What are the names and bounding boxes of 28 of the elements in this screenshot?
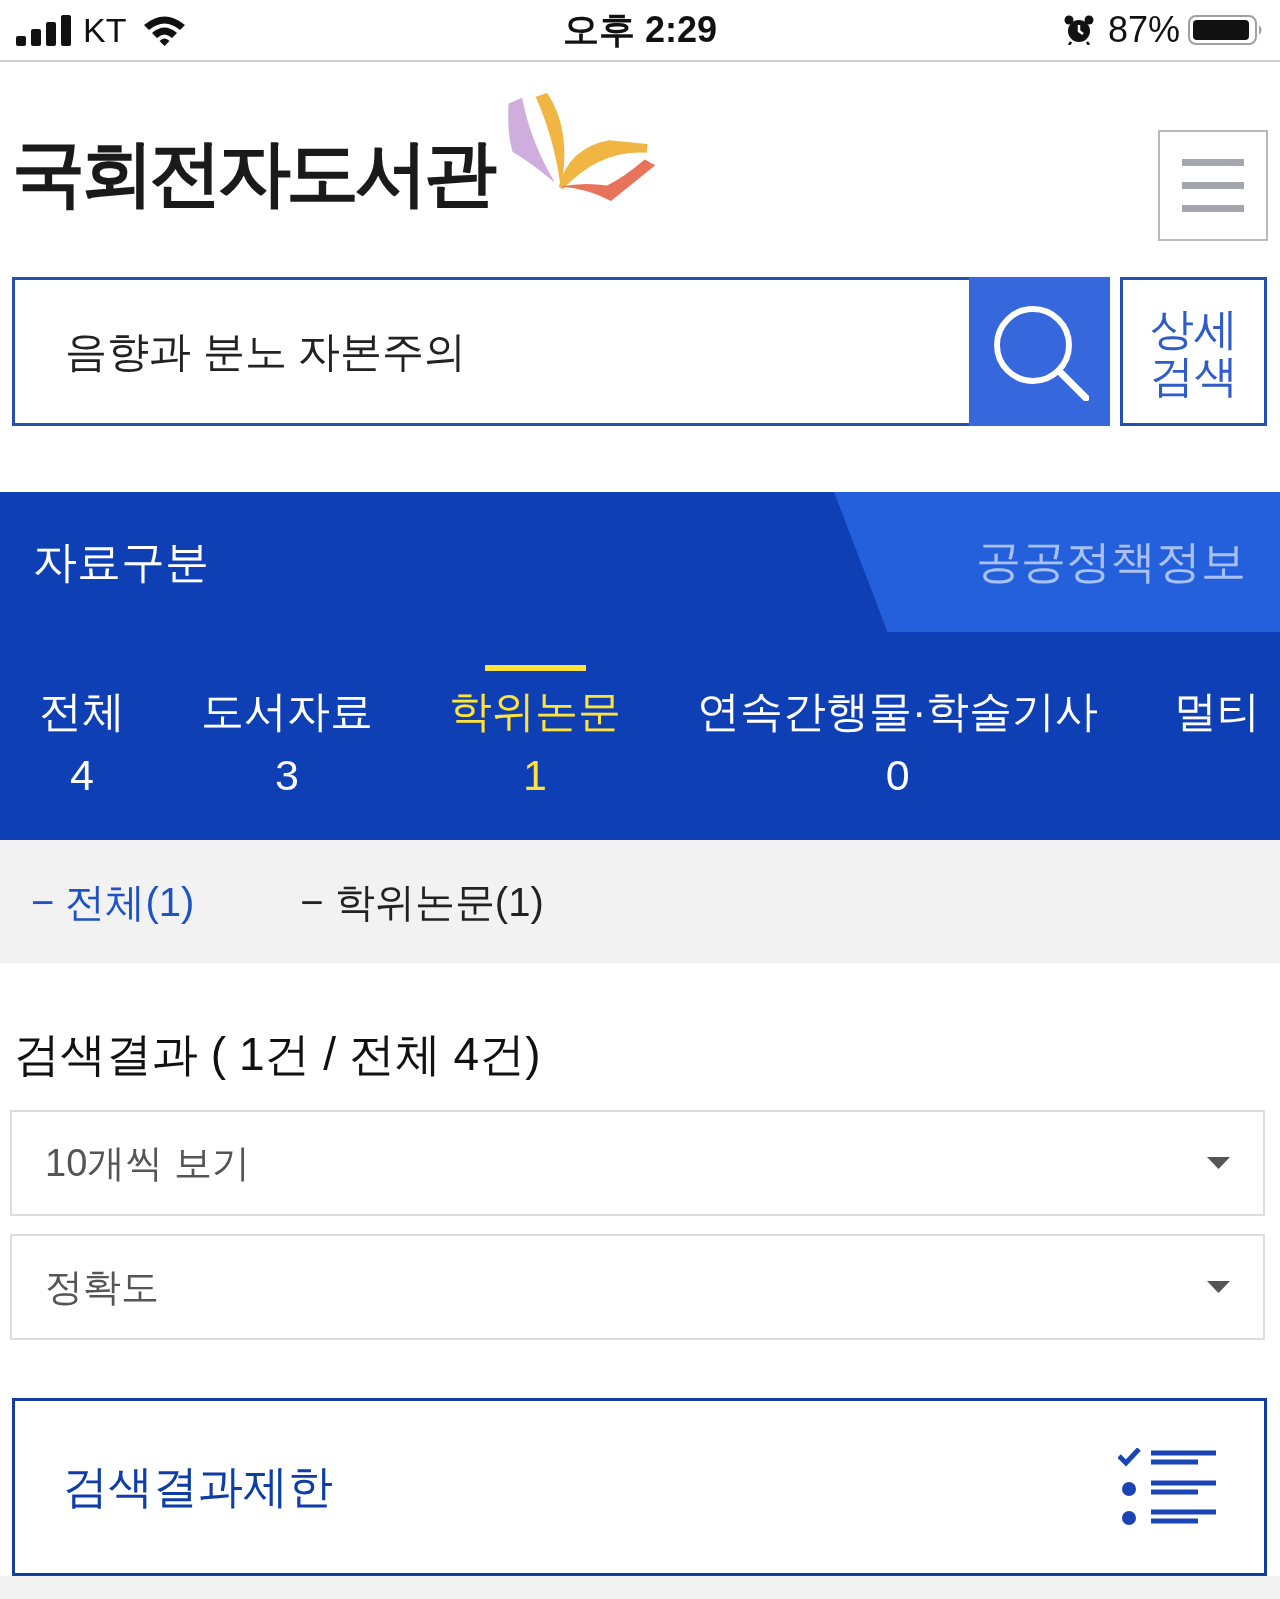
category-tab[interactable]: 전체 4 [39,665,125,800]
open-book-icon [506,92,657,202]
search-button[interactable] [969,277,1110,426]
search-field[interactable]: 음향과 분노 자본주의 [12,277,969,426]
status-time: 오후 2:29 [562,9,718,51]
select-dropdown[interactable]: 10개씩 보기 [10,1110,1265,1216]
wifi-icon [142,14,188,46]
detail-search-button[interactable]: 상세 검색 [1120,277,1267,426]
checklist-icon [1118,1448,1216,1526]
select-dropdown[interactable]: 정확도 [10,1234,1265,1340]
caret-down-icon [1207,1157,1230,1169]
carrier-name: KT [83,10,127,50]
subfilter-link[interactable]: − 학위논문(1) [300,877,544,926]
battery-icon [1188,15,1264,45]
signal-bars-icon [16,14,71,46]
category-tab[interactable]: 학위논문 1 [449,665,621,800]
category-tab[interactable]: 연속간행물·학술기사 0 [697,665,1099,800]
results-heading: 검색결과 ( 1건 / 전체 4건) [14,1027,541,1082]
alarm-clock-icon [1063,15,1094,45]
category-title: 자료구분 [33,536,209,588]
category-tab[interactable]: 도서자료 3 [201,665,373,800]
category-tab[interactable]: 멀티 [1174,665,1261,736]
menu-icon [1182,159,1244,212]
library-logo-text: 국회전자도서관 [12,134,493,212]
subfilter-link[interactable]: − 전체(1) [31,877,195,926]
battery-percent: 87% [1107,9,1180,51]
limit-results-button[interactable]: 검색결과제한 [12,1398,1267,1576]
caret-down-icon [1207,1281,1230,1293]
